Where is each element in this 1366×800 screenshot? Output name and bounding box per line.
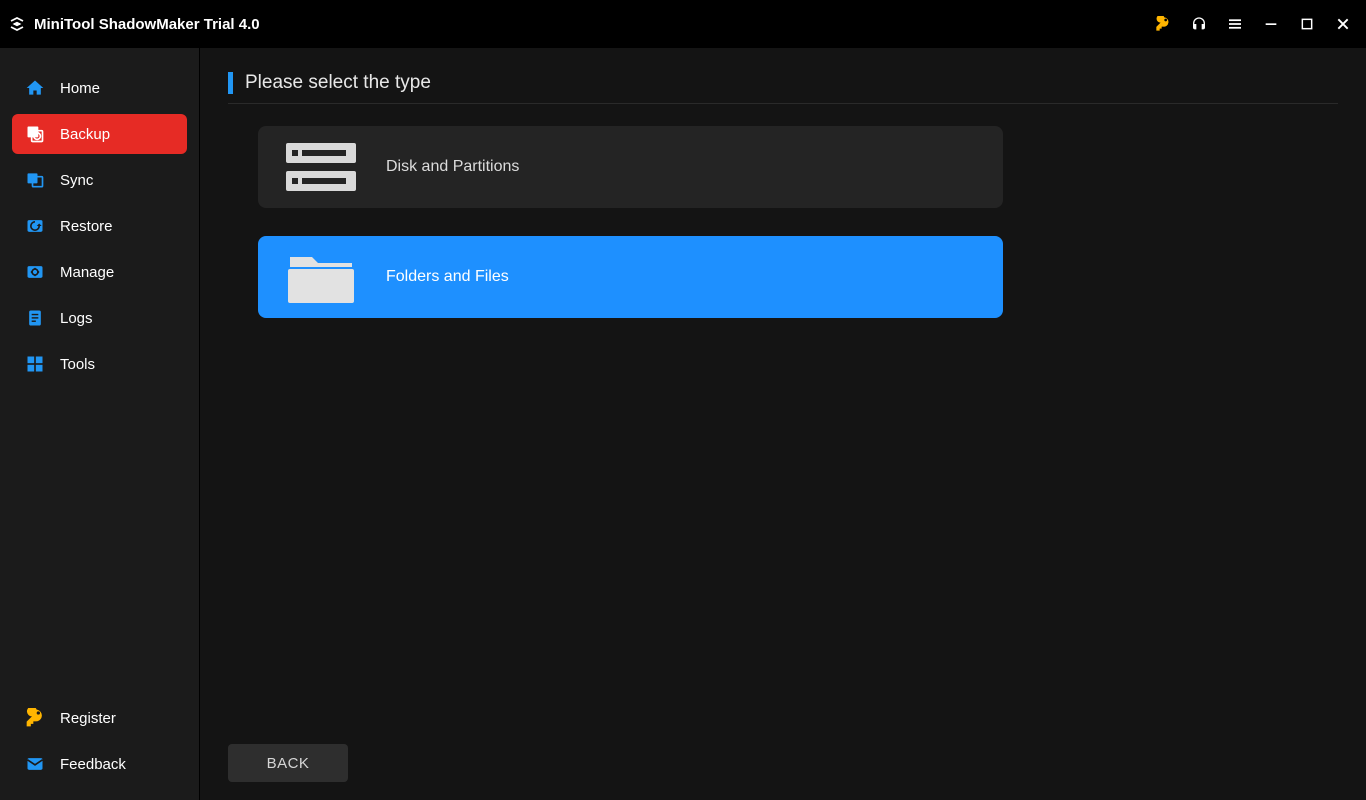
sidebar-item-label: Logs bbox=[60, 310, 93, 327]
app-window: MiniTool ShadowMaker Trial 4.0 bbox=[0, 0, 1366, 800]
sidebar-item-register[interactable]: Register bbox=[12, 698, 187, 738]
heading-row: Please select the type bbox=[228, 68, 1338, 104]
sidebar-item-restore[interactable]: Restore bbox=[12, 206, 187, 246]
sidebar-item-label: Home bbox=[60, 80, 100, 97]
sidebar-item-label: Backup bbox=[60, 126, 110, 143]
sidebar-top: Home Backup Sync bbox=[12, 68, 187, 698]
back-button-label: BACK bbox=[267, 755, 310, 772]
restore-icon bbox=[24, 215, 46, 237]
maximize-icon[interactable] bbox=[1298, 15, 1316, 33]
back-button[interactable]: BACK bbox=[228, 744, 348, 782]
option-folders-files[interactable]: Folders and Files bbox=[258, 236, 1003, 318]
main-panel: Please select the type Disk bbox=[200, 48, 1366, 800]
type-options: Disk and Partitions Folders and Files bbox=[228, 126, 1338, 318]
menu-icon[interactable] bbox=[1226, 15, 1244, 33]
option-label: Disk and Partitions bbox=[386, 158, 519, 176]
folder-icon bbox=[286, 247, 356, 307]
key-icon bbox=[24, 707, 46, 729]
home-icon bbox=[24, 77, 46, 99]
key-icon[interactable] bbox=[1154, 15, 1172, 33]
sidebar-bottom: Register Feedback bbox=[12, 698, 187, 784]
app-title: MiniTool ShadowMaker Trial 4.0 bbox=[34, 16, 260, 33]
sidebar-item-feedback[interactable]: Feedback bbox=[12, 744, 187, 784]
back-row: BACK bbox=[228, 744, 348, 782]
sidebar-item-tools[interactable]: Tools bbox=[12, 344, 187, 384]
sidebar-item-label: Restore bbox=[60, 218, 113, 235]
page-title: Please select the type bbox=[245, 72, 431, 94]
tools-icon bbox=[24, 353, 46, 375]
sidebar-item-home[interactable]: Home bbox=[12, 68, 187, 108]
app-logo-icon bbox=[8, 15, 26, 33]
sidebar-item-manage[interactable]: Manage bbox=[12, 252, 187, 292]
heading-accent bbox=[228, 72, 233, 94]
backup-icon bbox=[24, 123, 46, 145]
sidebar-item-label: Feedback bbox=[60, 756, 126, 773]
option-disk-partitions[interactable]: Disk and Partitions bbox=[258, 126, 1003, 208]
close-icon[interactable] bbox=[1334, 15, 1352, 33]
sidebar-item-label: Manage bbox=[60, 264, 114, 281]
sidebar-item-label: Sync bbox=[60, 172, 93, 189]
sidebar-item-sync[interactable]: Sync bbox=[12, 160, 187, 200]
sidebar: Home Backup Sync bbox=[0, 48, 200, 800]
logs-icon bbox=[24, 307, 46, 329]
body: Home Backup Sync bbox=[0, 48, 1366, 800]
titlebar-right bbox=[1154, 15, 1352, 33]
headset-icon[interactable] bbox=[1190, 15, 1208, 33]
manage-icon bbox=[24, 261, 46, 283]
sidebar-item-backup[interactable]: Backup bbox=[12, 114, 187, 154]
mail-icon bbox=[24, 753, 46, 775]
sync-icon bbox=[24, 169, 46, 191]
titlebar: MiniTool ShadowMaker Trial 4.0 bbox=[0, 0, 1366, 48]
sidebar-item-logs[interactable]: Logs bbox=[12, 298, 187, 338]
disk-icon bbox=[286, 137, 356, 197]
minimize-icon[interactable] bbox=[1262, 15, 1280, 33]
sidebar-item-label: Tools bbox=[60, 356, 95, 373]
sidebar-item-label: Register bbox=[60, 710, 116, 727]
option-label: Folders and Files bbox=[386, 268, 509, 286]
titlebar-left: MiniTool ShadowMaker Trial 4.0 bbox=[8, 15, 260, 33]
